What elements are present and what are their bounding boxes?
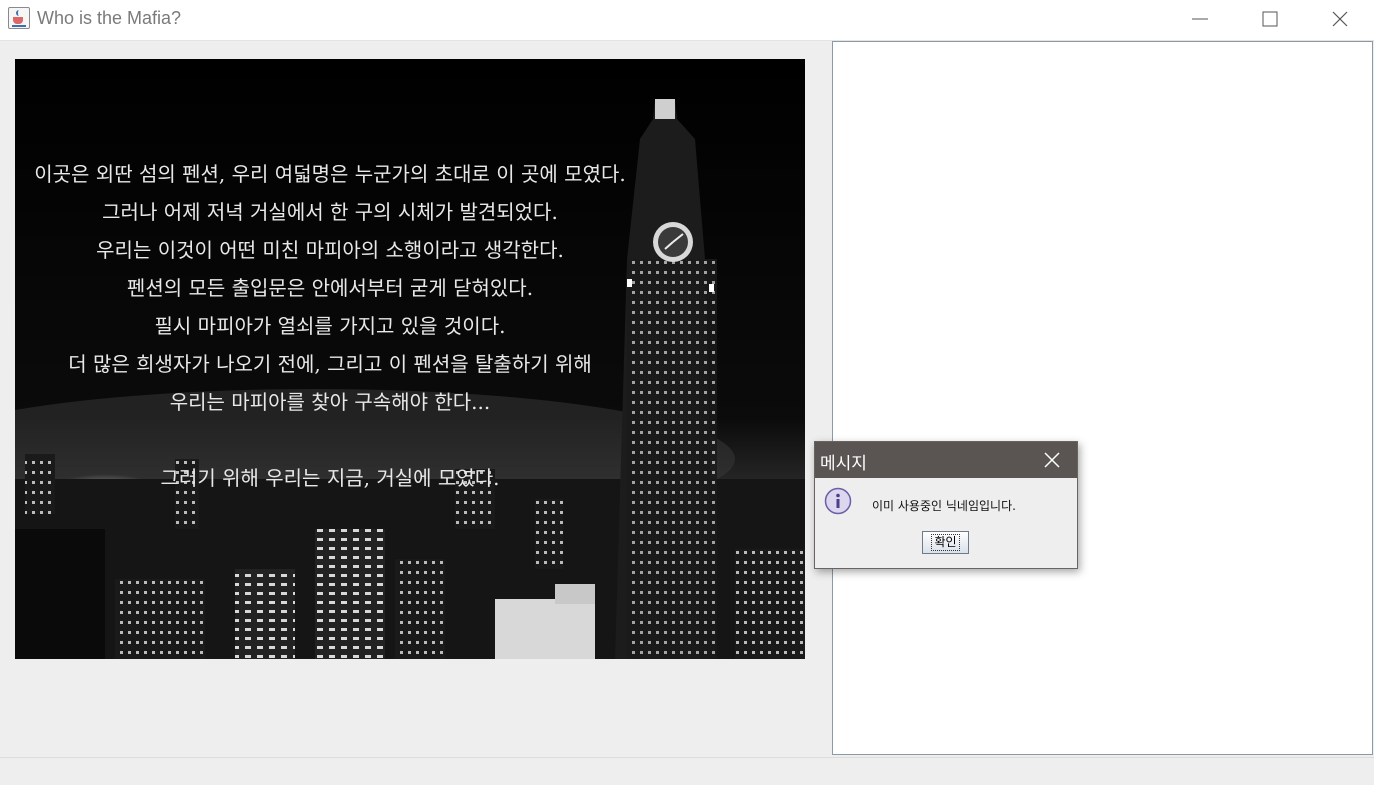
story-line: 더 많은 희생자가 나오기 전에, 그리고 이 펜션을 탈출하기 위해 — [68, 352, 592, 376]
dialog-title: 메시지 — [820, 454, 867, 474]
dialog-titlebar[interactable]: 메시지 — [815, 442, 1077, 478]
story-line: 이곳은 외딴 섬의 펜션, 우리 여덟명은 누군가의 초대로 이 곳에 모였다. — [34, 162, 626, 186]
story-line: 펜션의 모든 출입문은 안에서부터 굳게 닫혀있다. — [126, 276, 534, 300]
minimize-icon — [1192, 18, 1208, 20]
side-panel — [832, 41, 1373, 755]
story-line: 그러나 어제 저녁 거실에서 한 구의 시체가 발견되었다. — [102, 200, 558, 224]
story-line — [15, 421, 645, 459]
story-line: 우리는 마피아를 찾아 구속해야 한다... — [169, 390, 491, 414]
minimize-button[interactable] — [1165, 0, 1235, 38]
close-button[interactable] — [1305, 0, 1374, 38]
maximize-icon — [1262, 11, 1278, 27]
story-line: 필시 마피아가 열쇠를 가지고 있을 것이다. — [154, 314, 506, 338]
story-line: 우리는 이것이 어떤 미친 마피아의 소행이라고 생각한다. — [96, 238, 564, 262]
ok-button-label: 확인 — [931, 534, 960, 551]
close-icon[interactable] — [1041, 449, 1063, 471]
window-title: Who is the Mafia? — [37, 8, 182, 28]
ok-button[interactable]: 확인 — [922, 531, 969, 554]
status-bar — [0, 757, 1374, 785]
story-line: 그러기 위해 우리는 지금, 거실에 모였다. — [160, 466, 500, 490]
message-dialog: 메시지 이미 사용중인 닉네임입니다. 확인 — [814, 441, 1078, 569]
window-titlebar: Who is the Mafia? — [0, 0, 1374, 41]
story-text: 이곳은 외딴 섬의 펜션, 우리 여덟명은 누군가의 초대로 이 곳에 모였다.… — [15, 155, 645, 497]
dialog-message: 이미 사용중인 닉네임입니다. — [872, 499, 1016, 513]
story-image-panel: 이곳은 외딴 섬의 펜션, 우리 여덟명은 누군가의 초대로 이 곳에 모였다.… — [15, 59, 805, 659]
maximize-button[interactable] — [1235, 0, 1305, 38]
info-icon — [824, 487, 852, 515]
close-icon — [1332, 11, 1348, 27]
java-cup-icon — [8, 7, 30, 29]
